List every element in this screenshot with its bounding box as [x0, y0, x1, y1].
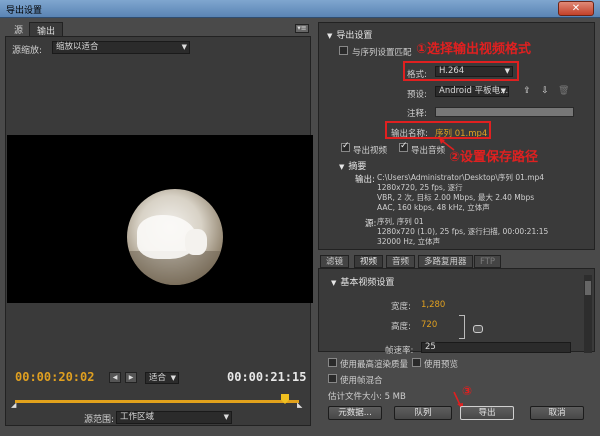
basic-video-header[interactable]: ▼ 基本视频设置: [331, 275, 394, 288]
set-in-point-icon[interactable]: ◀: [109, 372, 121, 383]
current-timecode[interactable]: 00:00:20:02: [15, 370, 94, 384]
chevron-down-icon: ▼: [223, 413, 229, 421]
height-value[interactable]: 720: [421, 320, 437, 330]
source-range-label: 源范围:: [84, 415, 115, 425]
output-name-highlight-box: [385, 121, 491, 139]
preset-label: 预设:: [407, 90, 427, 100]
summary-header[interactable]: ▼ 摘要: [339, 159, 366, 172]
export-settings-dialog: 源 输出 ▾≡ 源缩放: 缩放以适合 ▼ 00:00:20:02 ◀ ▶ 适合 …: [0, 18, 600, 436]
chevron-down-icon: ▼: [181, 43, 187, 51]
tab-multiplexer[interactable]: 多路复用器: [418, 255, 473, 268]
annotation-step-2: ②设置保存路径: [449, 150, 539, 165]
width-label: 宽度:: [391, 302, 411, 312]
aspect-bracket: [459, 315, 465, 339]
source-scale-dropdown[interactable]: 缩放以适合 ▼: [52, 41, 190, 54]
video-settings-section: ▼ 基本视频设置 宽度: 1,280 高度: 720 帧速率: 25: [318, 268, 595, 356]
summary-source-line-3: 32000 Hz, 立体声: [377, 237, 441, 246]
chevron-down-icon: ▼: [500, 87, 506, 95]
duration-timecode: 00:00:21:15: [227, 370, 307, 384]
tab-audio[interactable]: 音频: [386, 255, 416, 268]
cancel-button[interactable]: 取消: [530, 406, 584, 420]
chevron-down-icon: ▼: [170, 374, 176, 382]
queue-button[interactable]: 队列: [394, 406, 452, 420]
notes-label: 注释:: [407, 109, 427, 119]
export-audio-checkbox[interactable]: [399, 141, 408, 152]
annotation-arrow-2: [439, 138, 455, 151]
tab-output[interactable]: 输出: [29, 22, 64, 37]
settings-scrollbar[interactable]: [584, 275, 592, 353]
metadata-button[interactable]: 元数据...: [328, 406, 382, 420]
source-range-dropdown[interactable]: 工作区域 ▼: [116, 411, 232, 424]
fit-dropdown[interactable]: 适合 ▼: [145, 372, 179, 384]
export-button[interactable]: 导出: [460, 406, 514, 420]
preset-value: Android 平板电...: [439, 86, 509, 96]
match-sequence-label: 与序列设置匹配: [352, 48, 412, 58]
save-preset-icon[interactable]: ⇪: [522, 86, 532, 96]
export-settings-title: 导出设置: [336, 31, 373, 41]
frame-rate-dropdown[interactable]: 25: [421, 342, 571, 353]
tab-ftp[interactable]: FTP: [474, 255, 502, 268]
summary-source-line-2: 1280x720 (1.0), 25 fps, 逐行扫描, 00:00:21:1…: [377, 227, 549, 236]
summary-title: 摘要: [348, 162, 367, 172]
source-range-value: 工作区域: [120, 412, 155, 422]
export-settings-header[interactable]: ▼ 导出设置: [327, 28, 372, 41]
title-bar: 导出设置 ✕: [0, 0, 600, 18]
use-preview-label: 使用预览: [424, 360, 459, 370]
expand-triangle-icon: ▼: [339, 163, 345, 171]
summary-source-line-1: 序列, 序列 01: [377, 217, 424, 226]
basic-video-title: 基本视频设置: [340, 278, 395, 288]
chain-link-icon[interactable]: [473, 325, 483, 333]
estimated-filesize: 估计文件大小: 5 MB: [328, 392, 406, 402]
preview-frame-image: [127, 189, 223, 285]
match-sequence-checkbox[interactable]: [339, 46, 348, 55]
use-preview-checkbox[interactable]: [412, 358, 421, 367]
annotation-step-1: ①选择输出视频格式: [416, 42, 532, 57]
tab-video[interactable]: 视频: [354, 255, 384, 268]
out-marker-icon[interactable]: ◣: [297, 401, 302, 409]
source-range-row: 源范围: 工作区域 ▼: [5, 410, 311, 426]
preview-tabs: 源 输出 ▾≡: [5, 22, 311, 37]
width-value[interactable]: 1,280: [421, 300, 445, 310]
preview-panel: 源 输出 ▾≡ 源缩放: 缩放以适合 ▼ 00:00:20:02 ◀ ▶ 适合 …: [5, 22, 313, 436]
frame-blend-label: 使用帧混合: [340, 376, 383, 386]
notes-input[interactable]: [435, 107, 574, 117]
summary-output-line-4: AAC, 160 kbps, 48 kHz, 立体声: [377, 203, 490, 212]
summary-output-line-1: C:\Users\Administrator\Desktop\序列 01.mp4: [377, 173, 545, 182]
preset-dropdown[interactable]: Android 平板电... ▼: [435, 86, 509, 97]
format-highlight-box: [403, 61, 519, 81]
video-preview: [7, 135, 313, 303]
dialog-buttons: 元数据... 队列 导出 取消: [318, 406, 595, 422]
source-scale-value: 缩放以适合: [56, 42, 99, 52]
settings-tabs: 滤镜 视频 音频 多路复用器 FTP: [318, 255, 595, 268]
export-video-checkbox[interactable]: [341, 141, 350, 152]
frame-rate-label: 帧速率:: [385, 346, 414, 356]
max-render-checkbox[interactable]: [328, 358, 337, 367]
fit-value: 适合: [149, 373, 167, 383]
frame-blend-checkbox[interactable]: [328, 374, 337, 383]
source-scale-label: 源缩放:: [12, 46, 43, 56]
height-label: 高度:: [391, 322, 411, 332]
close-button[interactable]: ✕: [558, 1, 594, 16]
tab-source[interactable]: 源: [7, 22, 30, 36]
export-video-label: 导出视频: [353, 146, 388, 156]
summary-output-line-2: 1280x720, 25 fps, 逐行: [377, 183, 463, 192]
summary-source-label: 源:: [365, 219, 377, 229]
work-area-bar[interactable]: [15, 400, 299, 403]
timeline-scrubber[interactable]: ◢ ◣: [5, 394, 311, 409]
window-title: 导出设置: [6, 6, 43, 16]
summary-output-line-3: VBR, 2 次, 目标 2.00 Mbps, 最大 2.40 Mbps: [377, 193, 535, 202]
expand-triangle-icon: ▼: [331, 279, 337, 287]
max-render-label: 使用最高渲染质量: [340, 360, 409, 370]
frame-rate-value: 25: [425, 342, 436, 352]
settings-panel: ▼ 导出设置 与序列设置匹配 格式: H.264 ▼ 预设: Android 平板…: [318, 22, 595, 432]
panel-menu-icon[interactable]: ▾≡: [295, 24, 309, 33]
delete-preset-icon[interactable]: 🗑: [558, 86, 569, 96]
summary-output-label: 输出:: [355, 175, 375, 185]
import-preset-icon[interactable]: ⇩: [540, 86, 550, 96]
tab-filters[interactable]: 滤镜: [320, 255, 350, 268]
set-out-point-icon[interactable]: ▶: [125, 372, 137, 383]
timecode-bar: 00:00:20:02 ◀ ▶ 适合 ▼ 00:00:21:15: [5, 367, 311, 389]
expand-triangle-icon: ▼: [327, 32, 333, 40]
